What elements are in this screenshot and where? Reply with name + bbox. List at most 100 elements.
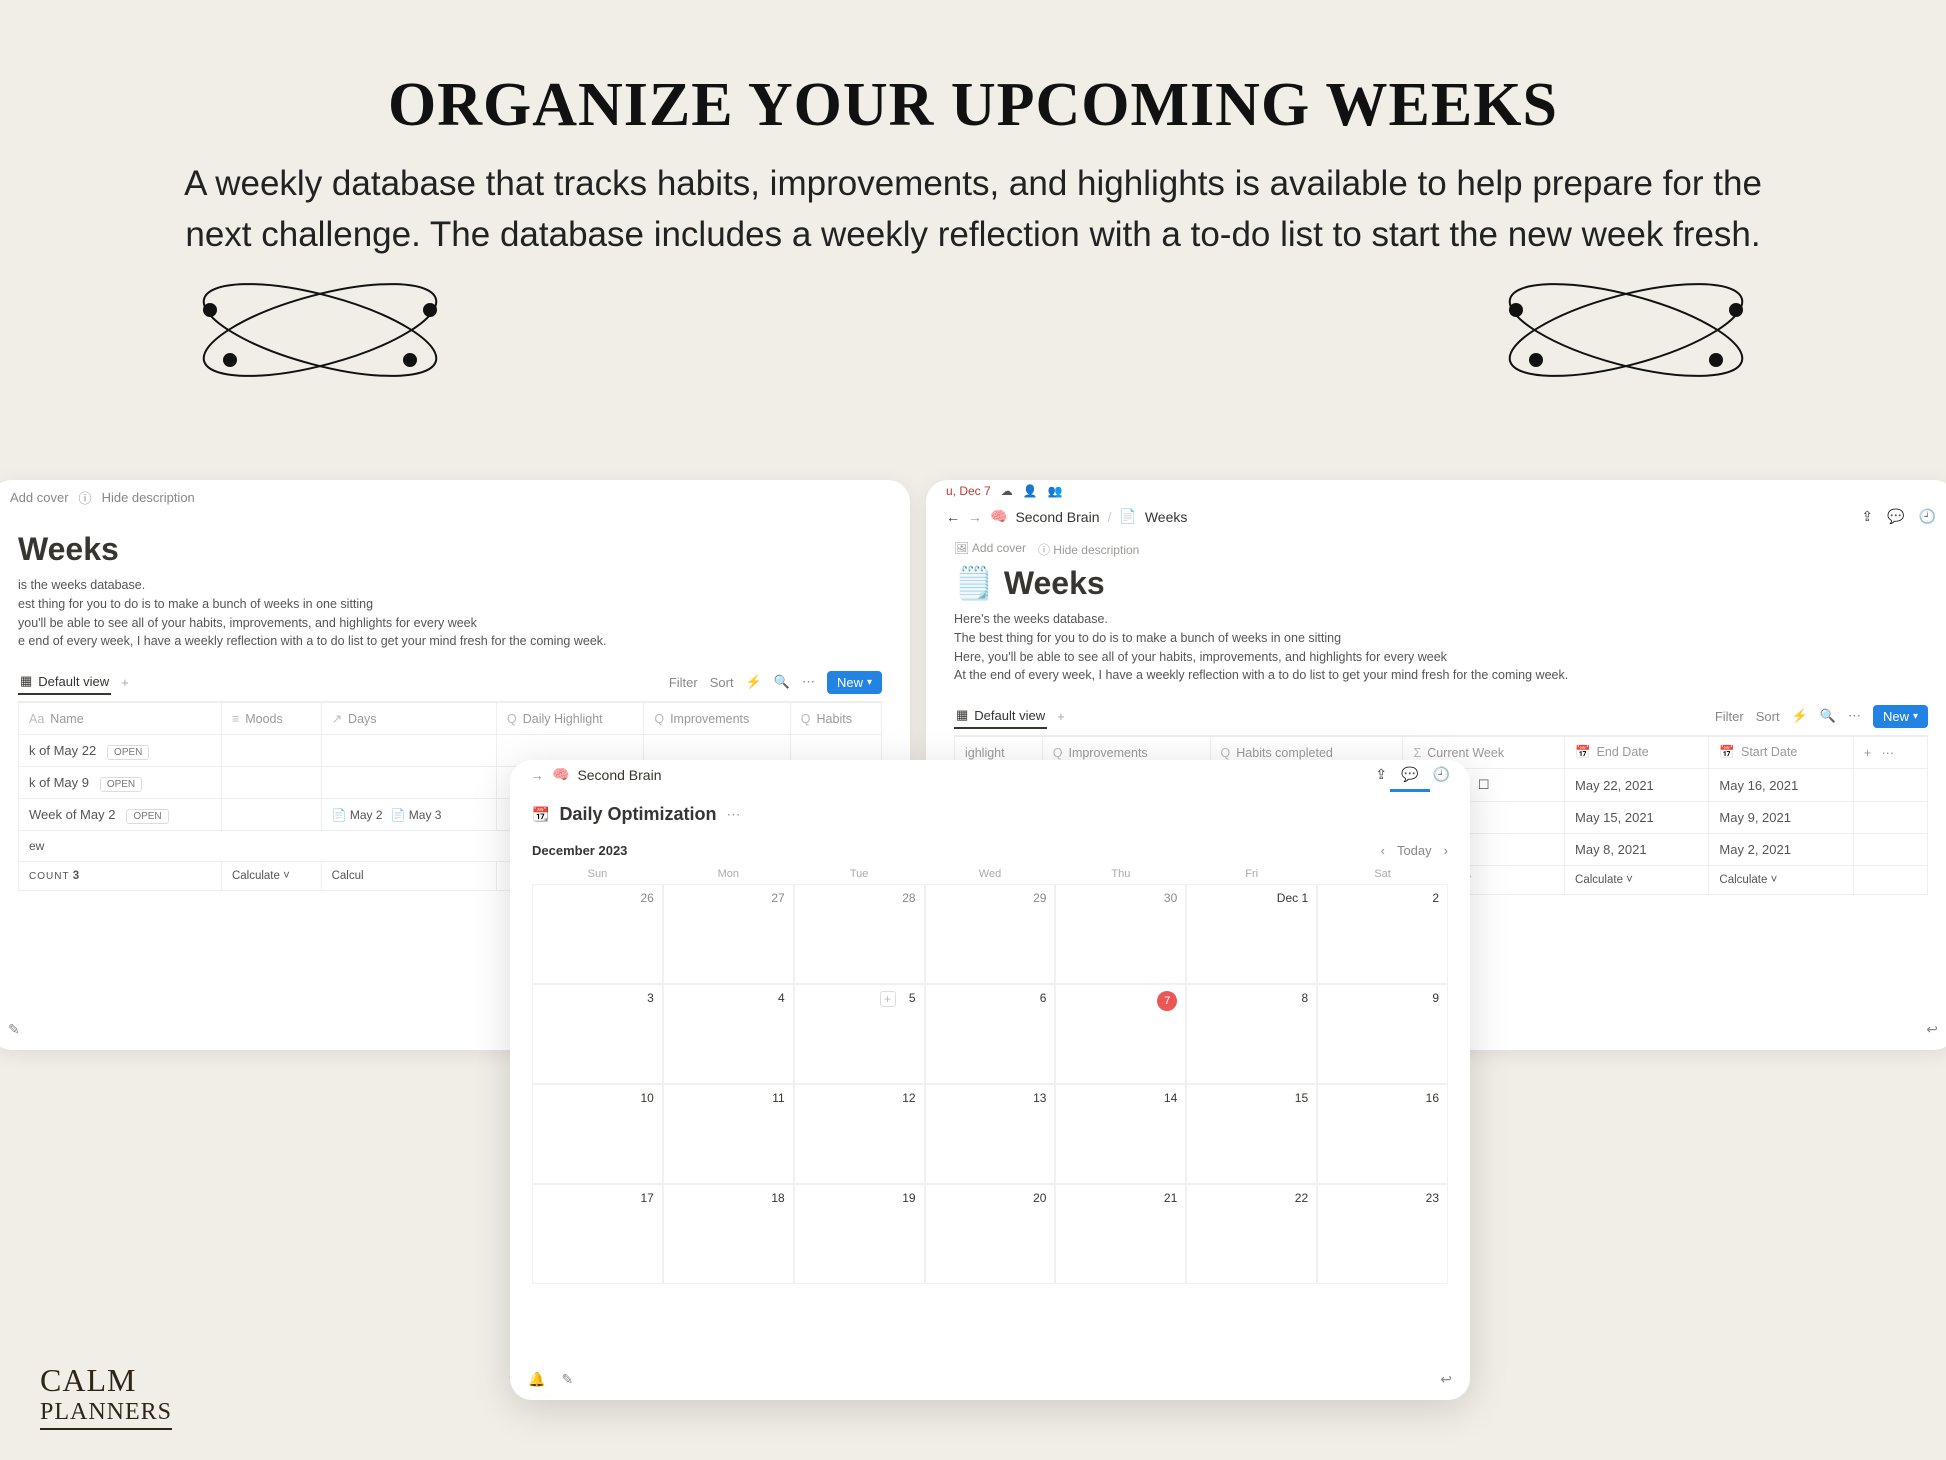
lightning-icon[interactable]: ⚡ <box>746 674 762 690</box>
undo-icon[interactable]: ↩ <box>1440 1371 1452 1388</box>
lightning-icon[interactable]: ⚡ <box>1792 708 1808 724</box>
new-button[interactable]: New▾ <box>827 671 882 694</box>
menu-icon: ☁ <box>1001 484 1013 498</box>
col-days[interactable]: ↗Days <box>321 703 496 735</box>
breadcrumb-page[interactable]: Weeks <box>1145 509 1188 525</box>
calendar-cell[interactable]: 20 <box>925 1184 1056 1284</box>
col-improvements[interactable]: QImprovements <box>644 703 790 735</box>
calendar-cell[interactable]: 12 <box>794 1084 925 1184</box>
col-daily-highlight[interactable]: QDaily Highlight <box>497 703 644 735</box>
hide-description-button[interactable]: Hide description <box>102 490 195 505</box>
sort-button[interactable]: Sort <box>710 675 734 690</box>
calendar-cell[interactable]: 3 <box>532 984 663 1084</box>
calendar-cell[interactable]: 30 <box>1055 884 1186 984</box>
open-button[interactable]: OPEN <box>107 745 149 760</box>
page-link[interactable]: 📄 May 2 <box>332 808 383 822</box>
col-start-date[interactable]: 📅Start Date <box>1709 737 1853 769</box>
add-view-button[interactable]: + <box>1057 709 1065 724</box>
add-event-button[interactable]: + <box>880 991 896 1007</box>
default-view-tab[interactable]: ▦ Default view <box>18 669 111 695</box>
share-icon[interactable]: ⇪ <box>1375 766 1387 783</box>
calendar-cell[interactable]: 10 <box>532 1084 663 1184</box>
menubar-date: u, Dec 7 <box>946 484 991 498</box>
col-add[interactable]: + ⋯ <box>1853 737 1927 769</box>
calendar-cell[interactable]: 14 <box>1055 1084 1186 1184</box>
page-title: Daily Optimization <box>559 804 716 825</box>
spiral-notepad-icon: 🗒️ <box>954 564 994 602</box>
calendar-cell[interactable]: 26 <box>532 884 663 984</box>
share-icon[interactable]: ⇪ <box>1861 508 1873 525</box>
calendar-cell[interactable]: Dec 1 <box>1186 884 1317 984</box>
calendar-cell[interactable]: 21 <box>1055 1184 1186 1284</box>
comment-icon[interactable]: 💬 <box>1887 508 1904 525</box>
breadcrumb-app[interactable]: Second Brain <box>577 767 661 783</box>
dow-label: Wed <box>925 868 1056 880</box>
more-icon[interactable]: ⋯ <box>802 674 815 690</box>
page-link[interactable]: 📄 May 3 <box>391 808 442 822</box>
col-name[interactable]: AaName <box>19 703 222 735</box>
notifications-icon[interactable]: 🔔 <box>528 1371 545 1388</box>
open-button[interactable]: OPEN <box>126 809 168 824</box>
page-title: 🗒️ Weeks <box>954 564 1928 602</box>
clock-icon[interactable]: 🕘 <box>1919 508 1936 525</box>
sort-button[interactable]: Sort <box>1756 709 1780 724</box>
default-view-tab[interactable]: ▦ Default view <box>954 703 1047 729</box>
calendar-cell[interactable]: 17 <box>532 1184 663 1284</box>
hide-description-button[interactable]: ⓘ Hide description <box>1038 541 1139 558</box>
calendar-cell[interactable]: 2 <box>1317 884 1448 984</box>
nav-back-icon[interactable]: ← <box>946 509 960 525</box>
calendar-cell[interactable]: 9 <box>1317 984 1448 1084</box>
calendar-cell[interactable]: 28 <box>794 884 925 984</box>
calendar-cell[interactable]: 27 <box>663 884 794 984</box>
next-month-icon[interactable]: › <box>1444 843 1448 858</box>
menu-icon: 👤 <box>1023 484 1038 498</box>
dow-label: Fri <box>1186 868 1317 880</box>
open-button[interactable]: OPEN <box>100 777 142 792</box>
add-cover-button[interactable]: 🖼 Add cover <box>954 541 1026 558</box>
calendar-cell[interactable]: 7 <box>1055 984 1186 1084</box>
filter-button[interactable]: Filter <box>1715 709 1744 724</box>
calendar-cell[interactable]: 22 <box>1186 1184 1317 1284</box>
calendar-cell[interactable]: 13 <box>925 1084 1056 1184</box>
comment-icon[interactable]: 💬 <box>1401 766 1418 783</box>
more-icon[interactable]: ⋯ <box>1848 708 1861 724</box>
brain-icon: 🧠 <box>552 766 569 783</box>
calendar-cell[interactable]: 6 <box>925 984 1056 1084</box>
filter-button[interactable]: Filter <box>669 675 698 690</box>
col-moods[interactable]: ≡Moods <box>221 703 321 735</box>
clock-icon[interactable]: 🕘 <box>1433 766 1450 783</box>
add-cover-button[interactable]: Add cover <box>10 490 69 505</box>
calendar-emoji-icon: 📆 <box>532 806 549 823</box>
col-end-date[interactable]: 📅End Date <box>1565 737 1709 769</box>
today-button[interactable]: Today <box>1397 843 1432 858</box>
calendar-cell[interactable]: 8 <box>1186 984 1317 1084</box>
calendar-cell[interactable]: 19 <box>794 1184 925 1284</box>
calendar-cell[interactable]: 29 <box>925 884 1056 984</box>
nav-forward-icon[interactable]: → <box>968 509 982 525</box>
calendar-cell[interactable]: 16 <box>1317 1084 1448 1184</box>
new-button[interactable]: New▾ <box>1873 705 1928 728</box>
dow-label: Thu <box>1055 868 1186 880</box>
search-icon[interactable]: 🔍 <box>774 674 790 690</box>
undo-icon[interactable]: ↩ <box>1926 1021 1938 1038</box>
calendar-cell[interactable]: 5+ <box>794 984 925 1084</box>
calendar-cell[interactable]: 23 <box>1317 1184 1448 1284</box>
calendar-cell[interactable]: 15 <box>1186 1084 1317 1184</box>
col-habits[interactable]: QHabits <box>790 703 881 735</box>
more-icon[interactable]: ⋯ <box>726 806 740 823</box>
dow-label: Sun <box>532 868 663 880</box>
calendar-cell[interactable]: 11 <box>663 1084 794 1184</box>
calendar-cell[interactable]: 4 <box>663 984 794 1084</box>
breadcrumb-app[interactable]: Second Brain <box>1015 509 1099 525</box>
search-icon[interactable]: 🔍 <box>1820 708 1836 724</box>
nav-forward-icon[interactable]: → <box>530 767 544 783</box>
brain-icon: 🧠 <box>990 508 1007 525</box>
calendar-grid[interactable]: 2627282930Dec 12345+67891011121314151617… <box>510 884 1470 1284</box>
prev-month-icon[interactable]: ‹ <box>1381 843 1385 858</box>
add-view-button[interactable]: + <box>121 675 129 690</box>
edit-icon[interactable]: ✎ <box>561 1371 573 1388</box>
page-icon: 📄 <box>1119 508 1136 525</box>
edit-icon[interactable]: ✎ <box>8 1021 20 1038</box>
calendar-cell[interactable]: 18 <box>663 1184 794 1284</box>
table-icon: ▦ <box>20 673 32 689</box>
